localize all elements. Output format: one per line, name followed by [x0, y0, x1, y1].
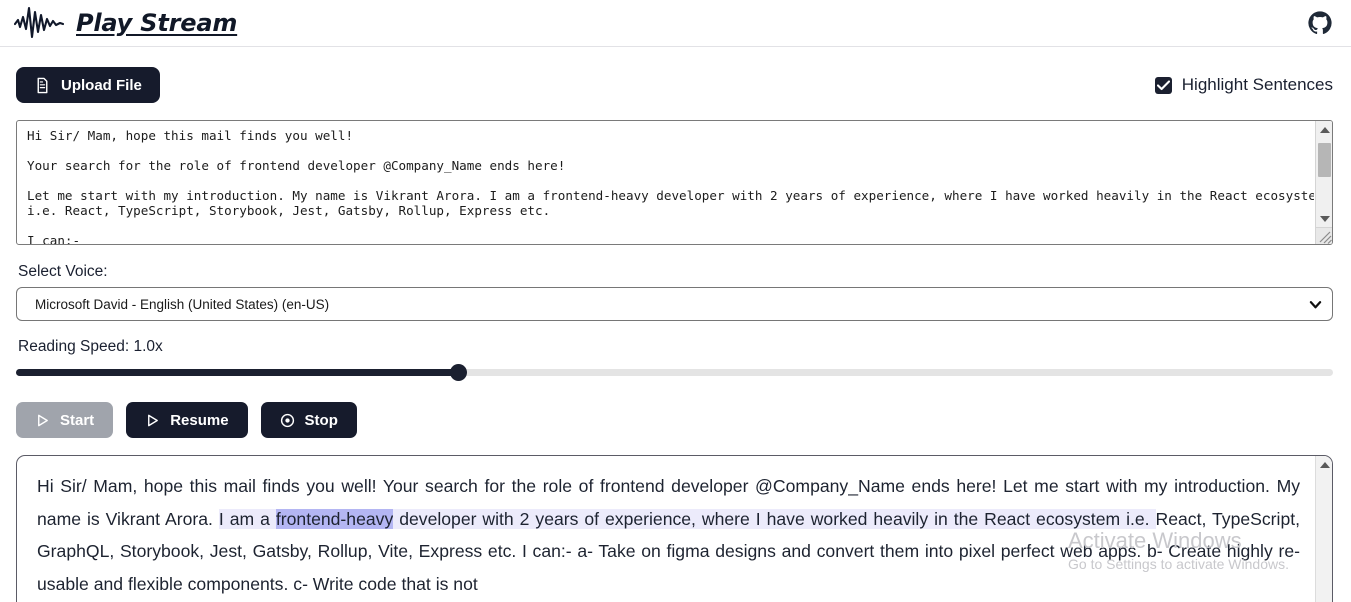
- resume-label: Resume: [170, 412, 228, 429]
- voice-select[interactable]: Microsoft David - English (United States…: [16, 287, 1333, 321]
- input-textarea-container[interactable]: Hi Sir/ Mam, hope this mail finds you we…: [16, 120, 1333, 245]
- play-outline-icon: [35, 413, 50, 428]
- select-voice-label: Select Voice:: [18, 263, 1351, 281]
- start-label: Start: [60, 412, 94, 429]
- highlight-sentences-toggle[interactable]: Highlight Sentences: [1155, 75, 1333, 95]
- brand[interactable]: Play Stream: [14, 6, 237, 40]
- current-sentence-highlight: developer with 2 years of experience, wh…: [393, 509, 1155, 529]
- voice-select-value: Microsoft David - English (United States…: [35, 297, 1309, 312]
- stop-button[interactable]: Stop: [261, 402, 357, 438]
- output-segment: Hi Sir/ Mam, hope this mail finds you we…: [37, 476, 383, 496]
- reading-speed-slider[interactable]: [16, 365, 1333, 379]
- document-icon: [34, 77, 51, 94]
- reading-speed-label: Reading Speed: 1.0x: [18, 338, 1351, 356]
- slider-track-fill: [16, 369, 459, 376]
- upload-file-label: Upload File: [61, 77, 142, 94]
- output-scrollbar[interactable]: [1315, 456, 1332, 602]
- toolbar: Upload File Highlight Sentences: [0, 47, 1351, 109]
- play-outline-icon: [145, 413, 160, 428]
- github-icon[interactable]: [1307, 10, 1333, 36]
- upload-file-button[interactable]: Upload File: [16, 67, 160, 103]
- input-textarea[interactable]: Hi Sir/ Mam, hope this mail finds you we…: [17, 121, 1314, 244]
- input-scrollbar[interactable]: [1315, 121, 1332, 244]
- playback-controls: Start Resume Stop: [16, 402, 1351, 438]
- resize-grip-icon[interactable]: [1315, 227, 1332, 244]
- app-root: Play Stream Upload File Highlight Senten…: [0, 0, 1351, 602]
- highlight-sentences-label: Highlight Sentences: [1182, 75, 1333, 95]
- output-text[interactable]: Hi Sir/ Mam, hope this mail finds you we…: [17, 456, 1314, 602]
- chevron-down-icon: [1309, 298, 1322, 311]
- slider-thumb[interactable]: [450, 364, 467, 381]
- output-segment: c- Write code that is not: [293, 574, 478, 594]
- output-segment: I can:- a- Take on figma designs and con…: [522, 541, 1147, 561]
- scroll-down-button[interactable]: [1316, 210, 1333, 227]
- highlight-sentences-checkbox[interactable]: [1155, 77, 1172, 94]
- start-button: Start: [16, 402, 113, 438]
- output-scroll-up-button[interactable]: [1316, 456, 1333, 473]
- checkmark-icon: [1157, 80, 1170, 91]
- resume-button[interactable]: Resume: [126, 402, 247, 438]
- stop-label: Stop: [305, 412, 338, 429]
- current-sentence-highlight: I am a: [219, 509, 276, 529]
- scroll-up-button[interactable]: [1316, 121, 1333, 138]
- output-segment: Your search for the role of frontend dev…: [383, 476, 1003, 496]
- input-scrollbar-thumb[interactable]: [1318, 143, 1331, 177]
- output-segment: Let me start with my introduction.: [1003, 476, 1276, 496]
- current-word-highlight: frontend-heavy: [276, 509, 393, 529]
- brand-title: Play Stream: [76, 9, 237, 37]
- app-header: Play Stream: [0, 0, 1351, 47]
- circle-dot-icon: [280, 413, 295, 428]
- audio-waveform-icon: [14, 6, 64, 40]
- output-panel[interactable]: Hi Sir/ Mam, hope this mail finds you we…: [16, 455, 1333, 602]
